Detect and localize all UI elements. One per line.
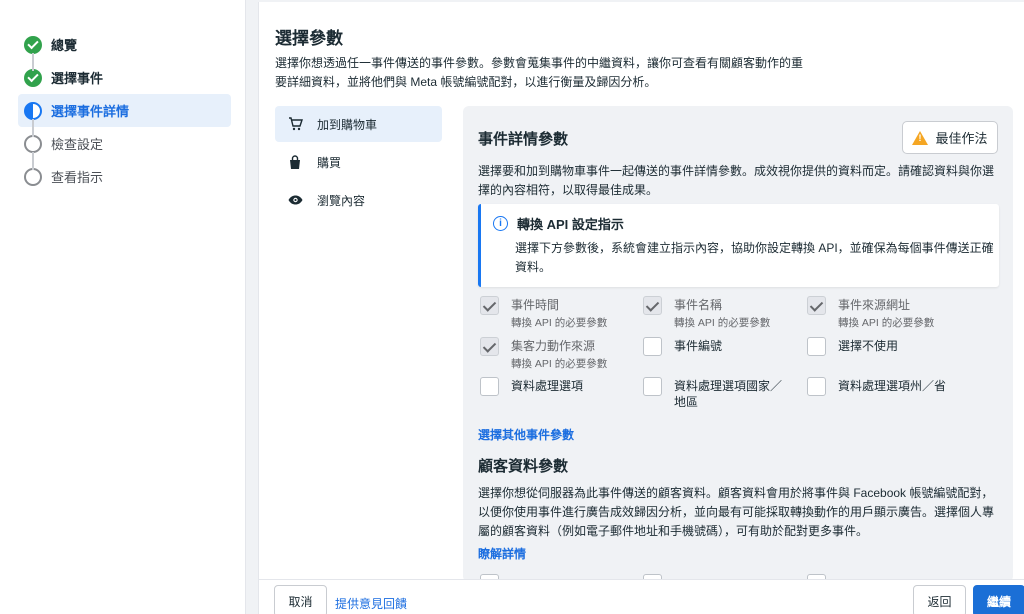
tab-purchase[interactable]: 購買	[275, 144, 442, 180]
param-name: 資料處理選項	[511, 379, 584, 393]
eye-icon	[287, 192, 303, 208]
event-details-title: 事件詳情參數	[478, 131, 569, 148]
param-event-time[interactable]: 事件時間轉換 API 的必要參數	[480, 296, 640, 330]
tab-label: 瀏覽內容	[317, 193, 366, 208]
best-practice-label: 最佳作法	[935, 131, 988, 146]
event-tabs: 加到購物車 購買 瀏覽內容	[275, 106, 442, 220]
checkbox[interactable]	[643, 296, 662, 315]
info-title: 轉換 API 設定指示	[517, 217, 624, 232]
continue-button[interactable]: 繼續	[973, 585, 1024, 614]
checkbox[interactable]	[480, 296, 499, 315]
step-label: 選擇事件	[51, 71, 104, 86]
param-name: 資料處理選項州／省	[838, 379, 947, 393]
step-label: 檢查設定	[51, 137, 104, 152]
param-event-id[interactable]: 事件編號	[643, 337, 803, 356]
step-select-events[interactable]: 選擇事件	[18, 53, 231, 94]
step-select-event-details[interactable]: 選擇事件詳情	[18, 94, 231, 127]
step-connector	[32, 152, 34, 170]
check-circle-icon	[24, 68, 42, 87]
setup-steps-panel: 總覽 選擇事件 選擇事件詳情 檢查設定 查看指示	[0, 0, 246, 614]
step-label: 總覽	[51, 38, 78, 53]
step-label: 選擇事件詳情	[51, 104, 130, 119]
tab-label: 購買	[317, 155, 342, 170]
more-event-params-link[interactable]: 選擇其他事件參數	[478, 426, 574, 443]
conversions-api-info-box: i 轉換 API 設定指示 選擇下方參數後，系統會建立指示內容，協助你設定轉換 …	[478, 204, 999, 287]
tab-add-to-cart[interactable]: 加到購物車	[275, 106, 442, 142]
half-circle-icon	[24, 101, 42, 120]
back-button[interactable]: 返回	[913, 585, 966, 614]
param-opt-out[interactable]: 選擇不使用	[807, 337, 967, 356]
step-view-instructions[interactable]: 查看指示	[18, 152, 231, 193]
cart-icon	[287, 116, 303, 132]
empty-circle-icon	[24, 134, 42, 153]
footer-bar: 取消 提供意見回饋 返回 繼續	[259, 579, 1024, 614]
param-data-processing-options[interactable]: 資料處理選項	[480, 377, 640, 396]
checkbox[interactable]	[480, 337, 499, 356]
learn-more-link[interactable]: 瞭解詳情	[478, 545, 526, 562]
param-name: 資料處理選項國家／地區	[674, 379, 783, 409]
param-name: 事件時間	[511, 298, 560, 312]
empty-circle-icon	[24, 167, 42, 186]
main-card: 選擇參數 選擇你想透過任一事件傳送的事件參數。參數會蒐集事件的中繼資料，讓你可查…	[258, 2, 1024, 614]
step-connector	[32, 53, 34, 71]
cancel-button[interactable]: 取消	[274, 585, 327, 614]
customer-info-title: 顧客資料參數	[478, 458, 569, 475]
param-subtext: 轉換 API 的必要參數	[674, 317, 771, 329]
step-label: 查看指示	[51, 170, 104, 185]
event-details-description: 選擇要和加到購物車事件一起傳送的事件詳情參數。成效視你提供的資料而定。請確認資料…	[478, 164, 995, 197]
param-action-source[interactable]: 集客力動作來源 轉換 API 的必要參數	[480, 337, 640, 371]
checkbox[interactable]	[807, 337, 826, 356]
customer-info-description: 選擇你想從伺服器為此事件傳送的顧客資料。顧客資料會用於將事件與 Facebook…	[478, 486, 995, 538]
param-data-processing-country[interactable]: 資料處理選項國家／地區	[643, 377, 793, 410]
warning-icon	[912, 130, 929, 145]
checkbox[interactable]	[807, 296, 826, 315]
step-connector	[32, 119, 34, 137]
shopping-bag-icon	[287, 154, 303, 170]
feedback-link[interactable]: 提供意見回饋	[335, 595, 407, 612]
param-name: 選擇不使用	[838, 339, 899, 353]
param-event-name[interactable]: 事件名稱轉換 API 的必要參數	[643, 296, 803, 330]
info-text: 選擇下方參數後，系統會建立指示內容，協助你設定轉換 API，並確保為每個事件傳送…	[515, 241, 994, 274]
checkbox[interactable]	[643, 377, 662, 396]
param-name: 事件編號	[674, 339, 723, 353]
page-description: 選擇你想透過任一事件傳送的事件參數。參數會蒐集事件的中繼資料，讓你可查看有關顧客…	[275, 56, 804, 89]
checkbox[interactable]	[643, 337, 662, 356]
param-subtext: 轉換 API 的必要參數	[838, 317, 935, 329]
info-icon: i	[493, 216, 508, 231]
best-practice-button[interactable]: 最佳作法	[902, 121, 998, 154]
checkbox[interactable]	[807, 377, 826, 396]
param-name: 事件來源網址	[838, 298, 911, 312]
param-name: 集客力動作來源	[511, 339, 596, 353]
event-details-panel: 事件詳情參數 最佳作法 選擇要和加到購物車事件一起傳送的事件詳情參數。成效視你提…	[463, 106, 1013, 582]
param-event-source-url[interactable]: 事件來源網址轉換 API 的必要參數	[807, 296, 967, 330]
step-overview[interactable]: 總覽	[18, 28, 231, 61]
param-data-processing-state[interactable]: 資料處理選項州／省	[807, 377, 987, 396]
check-circle-icon	[24, 35, 42, 54]
step-review-setup[interactable]: 檢查設定	[18, 119, 231, 160]
tab-view-content[interactable]: 瀏覽內容	[275, 182, 442, 218]
param-subtext: 轉換 API 的必要參數	[511, 358, 608, 370]
param-subtext: 轉換 API 的必要參數	[511, 317, 608, 329]
param-name: 事件名稱	[674, 298, 723, 312]
page-title: 選擇參數	[275, 29, 343, 48]
tab-label: 加到購物車	[317, 117, 378, 132]
checkbox[interactable]	[480, 377, 499, 396]
